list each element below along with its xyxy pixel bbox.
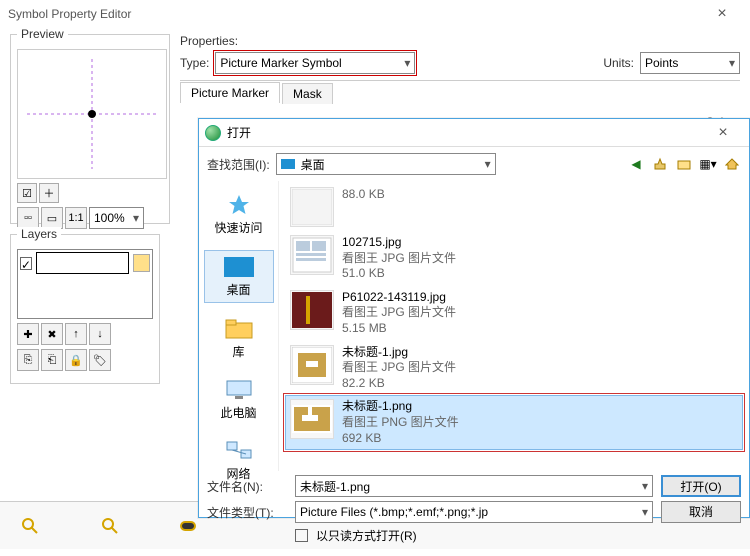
- layer-visibility-checkbox[interactable]: ✓: [20, 257, 32, 270]
- file-desc: 看图王 JPG 图片文件: [342, 251, 456, 267]
- filetype-label: 文件类型(T):: [207, 504, 287, 521]
- place-quick-access[interactable]: 快速访问: [204, 189, 274, 240]
- type-combo[interactable]: Picture Marker Symbol▾: [215, 52, 415, 74]
- paste-layer-button[interactable]: ⎗: [41, 349, 63, 371]
- units-combo[interactable]: Points▾: [640, 52, 740, 74]
- filename-label: 文件名(N):: [207, 478, 287, 495]
- file-item[interactable]: 未标题-1.jpg看图王 JPG 图片文件82.2 KB: [285, 341, 743, 396]
- globe-icon: [205, 125, 221, 141]
- open-dialog: 打开 × 查找范围(I): 桌面 ▾ ◀ ▦▾ 快速访问 桌面: [198, 118, 750, 518]
- file-thumbnail: [290, 187, 334, 227]
- units-label: Units:: [603, 56, 634, 70]
- file-size: 82.2 KB: [342, 376, 456, 392]
- file-list[interactable]: 88.0 KB102715.jpg看图王 JPG 图片文件51.0 KBP610…: [279, 181, 749, 471]
- zoom-fit-icon[interactable]: ▫▫: [17, 207, 39, 229]
- filename-field[interactable]: 未标题-1.png▾: [295, 475, 653, 497]
- bullet-icon[interactable]: [180, 521, 196, 531]
- place-libraries[interactable]: 库: [204, 313, 274, 364]
- file-name: P61022-143119.jpg: [342, 290, 456, 306]
- file-name: 102715.jpg: [342, 235, 456, 251]
- new-folder-icon[interactable]: [675, 155, 693, 173]
- file-thumbnail: [290, 290, 334, 330]
- zoom-11-icon[interactable]: 1:1: [65, 207, 87, 229]
- view-menu-icon[interactable]: ▦▾: [699, 155, 717, 173]
- place-desktop[interactable]: 桌面: [204, 250, 274, 303]
- cancel-button[interactable]: 取消: [661, 501, 741, 523]
- desktop-icon: [281, 159, 295, 169]
- home-icon[interactable]: [723, 155, 741, 173]
- open-button[interactable]: 打开(O): [661, 475, 741, 497]
- zoom-combo[interactable]: 100%▾: [89, 207, 144, 229]
- file-size: 692 KB: [342, 431, 459, 447]
- layer-swatch: [36, 252, 129, 274]
- tag-layer-button[interactable]: 🏷: [89, 349, 111, 371]
- monitor-icon: [223, 378, 255, 402]
- desktop-icon: [223, 255, 255, 279]
- file-size: 88.0 KB: [342, 187, 385, 203]
- lookin-combo[interactable]: 桌面 ▾: [276, 153, 496, 175]
- move-down-button[interactable]: ↓: [89, 323, 111, 345]
- layers-list: ✓: [17, 249, 153, 319]
- remove-layer-button[interactable]: ✖: [41, 323, 63, 345]
- tab-mask[interactable]: Mask: [282, 83, 333, 104]
- file-name: 未标题-1.png: [342, 399, 459, 415]
- file-desc: 看图王 PNG 图片文件: [342, 415, 459, 431]
- place-thispc[interactable]: 此电脑: [204, 374, 274, 425]
- file-size: 51.0 KB: [342, 266, 456, 282]
- lock-layer-button[interactable]: 🔒: [65, 349, 87, 371]
- tab-picture-marker[interactable]: Picture Marker: [180, 82, 280, 103]
- star-icon: [223, 193, 255, 217]
- file-thumbnail: [290, 345, 334, 385]
- plus-icon[interactable]: ＋: [39, 183, 59, 203]
- toggle-checkbox[interactable]: ☑: [17, 183, 37, 203]
- preview-legend: Preview: [17, 27, 68, 41]
- dialog-title: 打开: [227, 124, 251, 141]
- lookin-label: 查找范围(I):: [207, 156, 270, 173]
- magnifier-icon[interactable]: [100, 516, 120, 536]
- copy-layer-button[interactable]: ⎘: [17, 349, 39, 371]
- network-icon: [223, 439, 255, 463]
- file-size: 5.15 MB: [342, 321, 456, 337]
- file-thumbnail: [290, 399, 334, 439]
- file-thumbnail: [290, 235, 334, 275]
- readonly-label: 以只读方式打开(R): [316, 527, 417, 544]
- filetype-field[interactable]: Picture Files (*.bmp;*.emf;*.png;*.jp▾: [295, 501, 653, 523]
- layer-options-button[interactable]: [133, 254, 150, 272]
- window-title: Symbol Property Editor: [8, 7, 131, 21]
- file-name: 未标题-1.jpg: [342, 345, 456, 361]
- zoom-extent-icon[interactable]: ▭: [41, 207, 63, 229]
- readonly-checkbox[interactable]: [295, 529, 308, 542]
- layers-legend: Layers: [17, 227, 61, 241]
- file-item[interactable]: 未标题-1.png看图王 PNG 图片文件692 KB: [285, 395, 743, 450]
- folder-icon: [223, 317, 255, 341]
- add-layer-button[interactable]: ✚: [17, 323, 39, 345]
- symbol-preview: [17, 49, 167, 179]
- up-icon[interactable]: [651, 155, 669, 173]
- move-up-button[interactable]: ↑: [65, 323, 87, 345]
- close-icon[interactable]: ×: [702, 5, 742, 23]
- back-icon[interactable]: ◀: [627, 155, 645, 173]
- magnifier-icon[interactable]: [20, 516, 40, 536]
- type-label: Type:: [180, 56, 209, 70]
- dialog-close-icon[interactable]: ×: [703, 124, 743, 142]
- places-bar: 快速访问 桌面 库 此电脑 网络: [199, 181, 279, 471]
- properties-label: Properties:: [180, 34, 740, 48]
- file-item[interactable]: P61022-143119.jpg看图王 JPG 图片文件5.15 MB: [285, 286, 743, 341]
- file-item[interactable]: 102715.jpg看图王 JPG 图片文件51.0 KB: [285, 231, 743, 286]
- file-item[interactable]: 88.0 KB: [285, 183, 743, 231]
- file-desc: 看图王 JPG 图片文件: [342, 360, 456, 376]
- file-desc: 看图王 JPG 图片文件: [342, 305, 456, 321]
- layer-item[interactable]: ✓: [20, 252, 150, 274]
